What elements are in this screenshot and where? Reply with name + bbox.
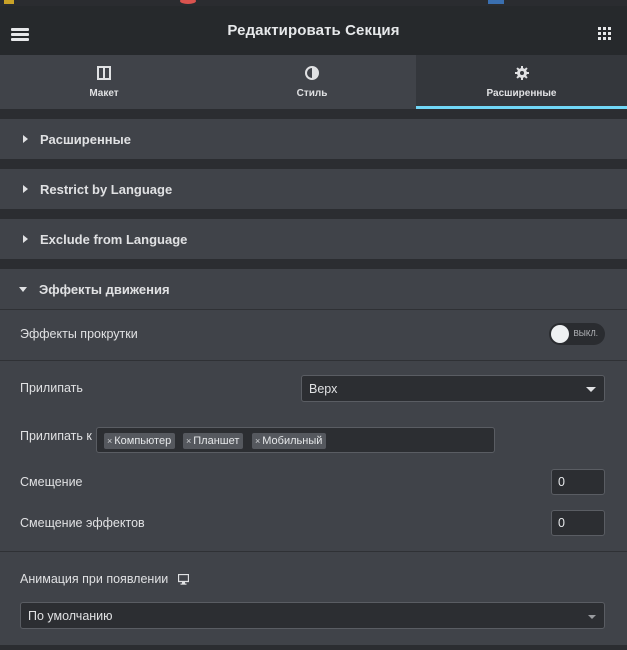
- caret-right-icon: [23, 235, 28, 243]
- offset-input[interactable]: 0: [551, 469, 605, 495]
- offset-label: Смещение: [20, 475, 83, 489]
- tag-label: Мобильный: [262, 435, 323, 447]
- sticky-on-tags-input[interactable]: × Компьютер × Планшет × Мобильный: [96, 427, 495, 453]
- scroll-effects-label: Эффекты прокрутки: [20, 327, 138, 341]
- divider: [0, 551, 627, 552]
- remove-tag-icon[interactable]: ×: [255, 436, 260, 446]
- caret-down-icon: [19, 286, 27, 292]
- tab-style[interactable]: Стиль: [208, 55, 416, 109]
- divider: [0, 360, 627, 361]
- tag-label: Планшет: [193, 435, 240, 447]
- effects-offset-value: 0: [558, 516, 565, 530]
- contrast-icon: [305, 65, 319, 80]
- tab-advanced-label: Расширенные: [486, 87, 557, 99]
- entrance-animation-label: Анимация при появлении: [20, 572, 169, 586]
- hamburger-menu-icon[interactable]: [11, 28, 29, 41]
- tab-advanced[interactable]: Расширенные: [416, 55, 627, 109]
- spacer: [0, 259, 627, 269]
- tab-style-label: Стиль: [296, 87, 328, 99]
- motion-effects-panel: [0, 310, 627, 650]
- section-title: Exclude from Language: [40, 231, 188, 247]
- sticky-on-label: Прилипать к: [20, 429, 92, 443]
- sticky-select-value: Верх: [309, 381, 338, 396]
- divider: [0, 309, 627, 310]
- editor-header: Редактировать Секция: [0, 6, 627, 55]
- chevron-down-icon: [586, 387, 596, 392]
- layout-icon: [97, 65, 111, 80]
- entrance-animation-select[interactable]: По умолчанию: [20, 602, 605, 629]
- scroll-effects-toggle[interactable]: ВЫКЛ.: [549, 323, 605, 345]
- tabs-bar: Макет Стиль Расширенные: [0, 55, 627, 109]
- tag-tablet: × Планшет: [183, 433, 244, 449]
- page-title: Редактировать Секция: [227, 22, 400, 39]
- remove-tag-icon[interactable]: ×: [186, 436, 191, 446]
- entrance-animation-value: По умолчанию: [28, 608, 113, 623]
- tag-label: Компьютер: [114, 435, 172, 447]
- tab-layout-label: Макет: [89, 87, 119, 99]
- section-title: Эффекты движения: [39, 281, 170, 297]
- tag-mobile: × Мобильный: [252, 433, 327, 449]
- remove-tag-icon[interactable]: ×: [107, 436, 112, 446]
- chevron-down-icon: [588, 615, 596, 619]
- tag-desktop: × Компьютер: [104, 433, 176, 449]
- sticky-select[interactable]: Верх: [301, 375, 605, 402]
- gear-icon: [514, 65, 529, 80]
- section-restrict-language[interactable]: Restrict by Language: [0, 169, 627, 209]
- toggle-knob: [551, 325, 569, 343]
- widgets-grid-icon[interactable]: [598, 27, 611, 40]
- section-motion-effects[interactable]: Эффекты движения: [0, 269, 627, 309]
- sticky-label: Прилипать: [20, 381, 83, 395]
- bottom-edge: [0, 645, 627, 650]
- tab-layout[interactable]: Макет: [0, 55, 208, 109]
- caret-right-icon: [23, 135, 28, 143]
- section-title: Restrict by Language: [40, 181, 173, 197]
- offset-value: 0: [558, 475, 565, 489]
- spacer: [0, 109, 627, 119]
- spacer: [0, 159, 627, 169]
- caret-right-icon: [23, 185, 28, 193]
- desktop-monitor-icon[interactable]: [178, 574, 189, 585]
- section-exclude-language[interactable]: Exclude from Language: [0, 219, 627, 259]
- section-advanced[interactable]: Расширенные: [0, 119, 627, 159]
- effects-offset-label: Смещение эффектов: [20, 516, 145, 530]
- section-title: Расширенные: [40, 131, 131, 147]
- effects-offset-input[interactable]: 0: [551, 510, 605, 536]
- toggle-state-text: ВЫКЛ.: [573, 329, 598, 338]
- spacer: [0, 209, 627, 219]
